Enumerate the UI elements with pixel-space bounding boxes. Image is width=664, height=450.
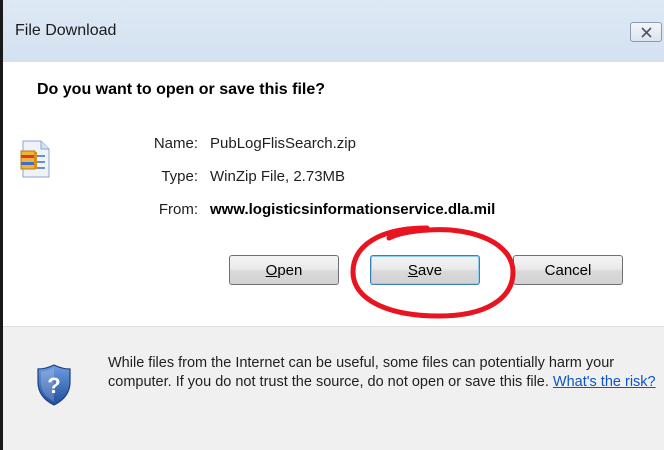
- close-icon: [641, 27, 652, 38]
- dialog-question: Do you want to open or save this file?: [37, 81, 326, 98]
- open-button[interactable]: Open: [229, 255, 339, 285]
- type-label: Type:: [161, 168, 198, 185]
- window-title: File Download: [15, 22, 117, 39]
- from-value: www.logisticsinformationservice.dla.mil: [210, 201, 496, 218]
- title-bar: File Download: [3, 0, 664, 62]
- cancel-button[interactable]: Cancel: [513, 255, 623, 285]
- open-button-rest: pen: [277, 261, 303, 279]
- whats-the-risk-link[interactable]: What's the risk?: [553, 374, 656, 390]
- shield-question-icon: ?: [37, 364, 71, 406]
- save-button-rest: ave: [417, 261, 443, 279]
- svg-text:?: ?: [47, 373, 60, 398]
- winzip-file-icon: [20, 140, 50, 178]
- open-button-accesskey: O: [265, 261, 278, 279]
- dialog-content: [3, 62, 664, 326]
- save-button[interactable]: Save: [370, 255, 480, 285]
- warning-message: While files from the Internet can be use…: [108, 354, 658, 392]
- save-button-accesskey: S: [407, 261, 418, 279]
- type-value: WinZip File, 2.73MB: [210, 168, 346, 185]
- warning-text: While files from the Internet can be use…: [108, 355, 615, 390]
- from-label: From:: [158, 201, 198, 218]
- name-value: PubLogFlisSearch.zip: [210, 135, 356, 152]
- close-button[interactable]: [630, 22, 662, 42]
- name-label: Name:: [153, 135, 198, 152]
